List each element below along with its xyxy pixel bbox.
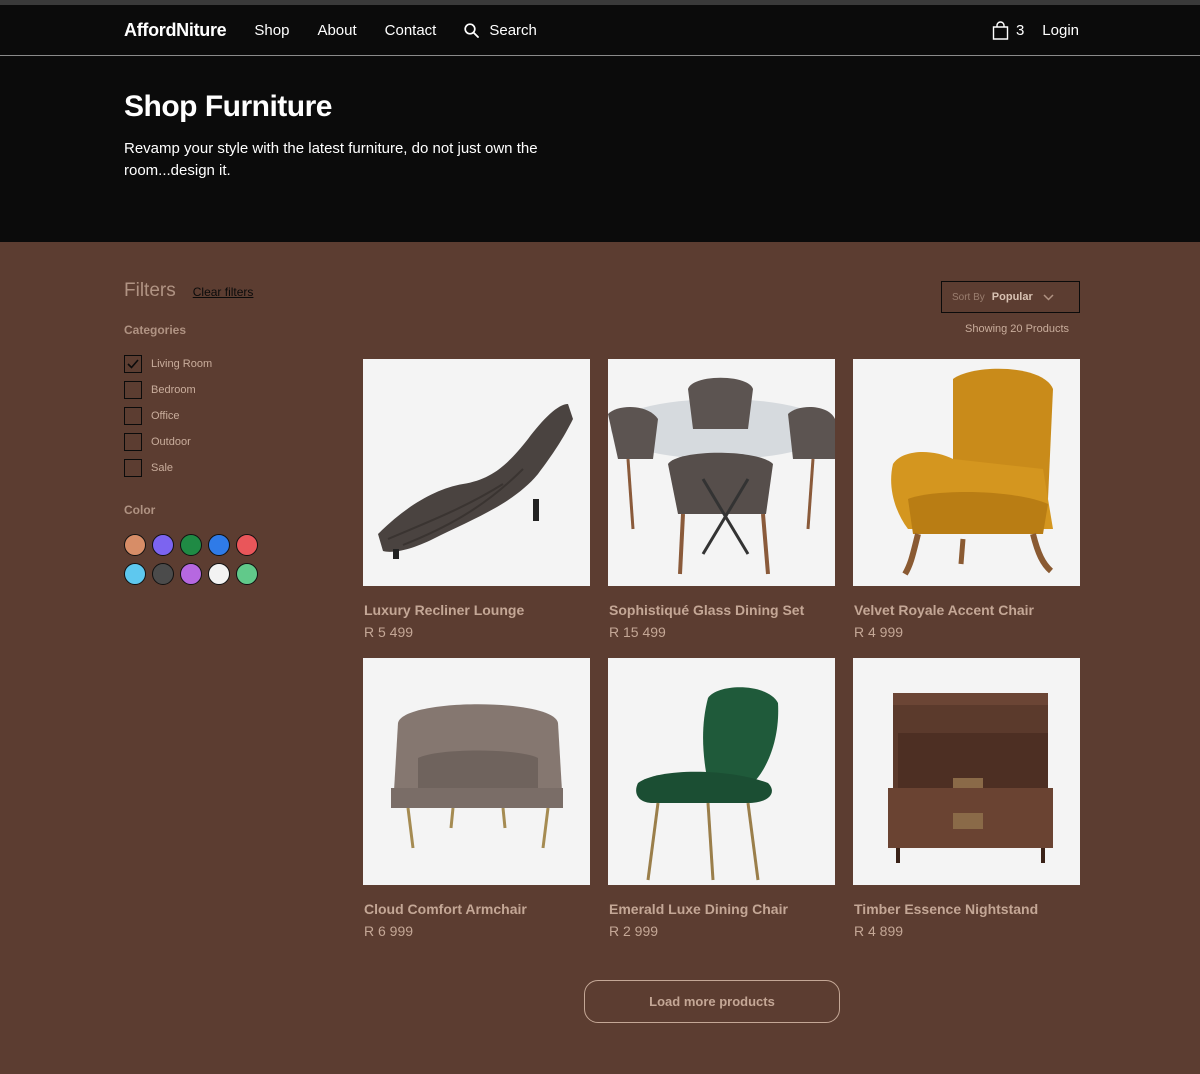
color-swatch[interactable] <box>152 563 174 585</box>
color-swatch[interactable] <box>180 534 202 556</box>
clear-filters-link[interactable]: Clear filters <box>193 285 254 299</box>
category-checkbox[interactable] <box>124 433 142 451</box>
color-swatch[interactable] <box>208 534 230 556</box>
page-subtitle: Revamp your style with the latest furnit… <box>124 140 538 179</box>
product-price: R 5 499 <box>364 624 414 640</box>
product-grid: Luxury Recliner Lounge R 5 499 Sophistiqué… <box>363 359 1080 939</box>
product-image[interactable] <box>608 359 835 586</box>
shop-main: Filters Clear filters Categories Living … <box>0 242 1200 1074</box>
product-price: R 2 999 <box>609 923 659 939</box>
product-count-text: Showing 20 Products <box>965 323 1069 335</box>
sort-label: Sort By <box>952 291 985 303</box>
navbar: AffordNiture Shop About Contact Search 3… <box>0 5 1200 56</box>
color-swatch[interactable] <box>124 563 146 585</box>
category-label: Outdoor <box>151 436 191 448</box>
search-label: Search <box>489 21 537 39</box>
category-filter-item[interactable]: Office <box>124 407 324 425</box>
category-checkbox[interactable] <box>124 381 142 399</box>
cart-count: 3 <box>1015 21 1025 39</box>
product-name[interactable]: Timber Essence Nightstand <box>854 901 1080 917</box>
product-name[interactable]: Velvet Royale Accent Chair <box>854 602 1080 618</box>
product-image[interactable] <box>363 658 590 885</box>
color-swatch[interactable] <box>152 534 174 556</box>
product-card[interactable]: Velvet Royale Accent Chair R 4 999 <box>853 359 1080 640</box>
categories-title: Categories <box>124 323 187 337</box>
login-link[interactable]: Login <box>1042 22 1079 39</box>
category-label: Living Room <box>151 358 213 370</box>
color-swatch[interactable] <box>236 534 258 556</box>
product-name[interactable]: Luxury Recliner Lounge <box>364 602 590 618</box>
cart-button[interactable]: 3 <box>992 20 1025 40</box>
nav-link-contact[interactable]: Contact <box>385 22 437 39</box>
category-filter-item[interactable]: Sale <box>124 459 324 477</box>
color-swatch[interactable] <box>236 563 258 585</box>
checkmark-icon <box>127 359 139 369</box>
product-card[interactable]: Sophistiqué Glass Dining Set R 15 499 <box>608 359 835 640</box>
product-card[interactable]: Timber Essence Nightstand R 4 899 <box>853 658 1080 939</box>
color-swatch[interactable] <box>180 563 202 585</box>
category-label: Office <box>151 410 180 422</box>
hero-banner: Shop Furniture Revamp your style with th… <box>0 56 1200 242</box>
nav-link-shop[interactable]: Shop <box>254 22 289 39</box>
sort-value: Popular <box>991 291 1033 303</box>
filters-sidebar: Filters Clear filters Categories Living … <box>124 280 324 585</box>
chevron-down-icon <box>1043 293 1054 301</box>
product-price: R 4 999 <box>854 624 904 640</box>
product-price: R 6 999 <box>364 923 414 939</box>
category-list: Living Room Bedroom Office Outdoor Sale <box>124 355 324 477</box>
product-name[interactable]: Sophistiqué Glass Dining Set <box>609 602 835 618</box>
load-more-button[interactable]: Load more products <box>584 980 840 1023</box>
product-name[interactable]: Cloud Comfort Armchair <box>364 901 590 917</box>
shopping-bag-icon <box>992 20 1009 40</box>
color-swatch[interactable] <box>208 563 230 585</box>
product-card[interactable]: Luxury Recliner Lounge R 5 499 <box>363 359 590 640</box>
product-image[interactable] <box>853 658 1080 885</box>
search-button[interactable]: Search <box>464 22 537 39</box>
page-title: Shop Furniture <box>124 90 332 123</box>
product-name[interactable]: Emerald Luxe Dining Chair <box>609 901 835 917</box>
product-card[interactable]: Cloud Comfort Armchair R 6 999 <box>363 658 590 939</box>
category-checkbox[interactable] <box>124 355 142 373</box>
brand-logo[interactable]: AffordNiture <box>124 20 227 41</box>
product-price: R 15 499 <box>609 624 666 640</box>
color-swatch-list <box>124 534 324 585</box>
product-card[interactable]: Emerald Luxe Dining Chair R 2 999 <box>608 658 835 939</box>
sort-dropdown[interactable]: Sort By Popular <box>941 281 1080 313</box>
color-swatch[interactable] <box>124 534 146 556</box>
category-checkbox[interactable] <box>124 407 142 425</box>
product-image[interactable] <box>608 658 835 885</box>
product-price: R 4 899 <box>854 923 904 939</box>
category-label: Bedroom <box>151 384 196 396</box>
color-title: Color <box>124 503 156 517</box>
nav-link-about[interactable]: About <box>317 22 356 39</box>
category-filter-item[interactable]: Living Room <box>124 355 324 373</box>
filters-title: Filters <box>124 280 176 301</box>
category-checkbox[interactable] <box>124 459 142 477</box>
search-icon <box>464 22 480 38</box>
category-label: Sale <box>151 462 174 474</box>
category-filter-item[interactable]: Bedroom <box>124 381 324 399</box>
product-image[interactable] <box>853 359 1080 586</box>
product-image[interactable] <box>363 359 590 586</box>
category-filter-item[interactable]: Outdoor <box>124 433 324 451</box>
